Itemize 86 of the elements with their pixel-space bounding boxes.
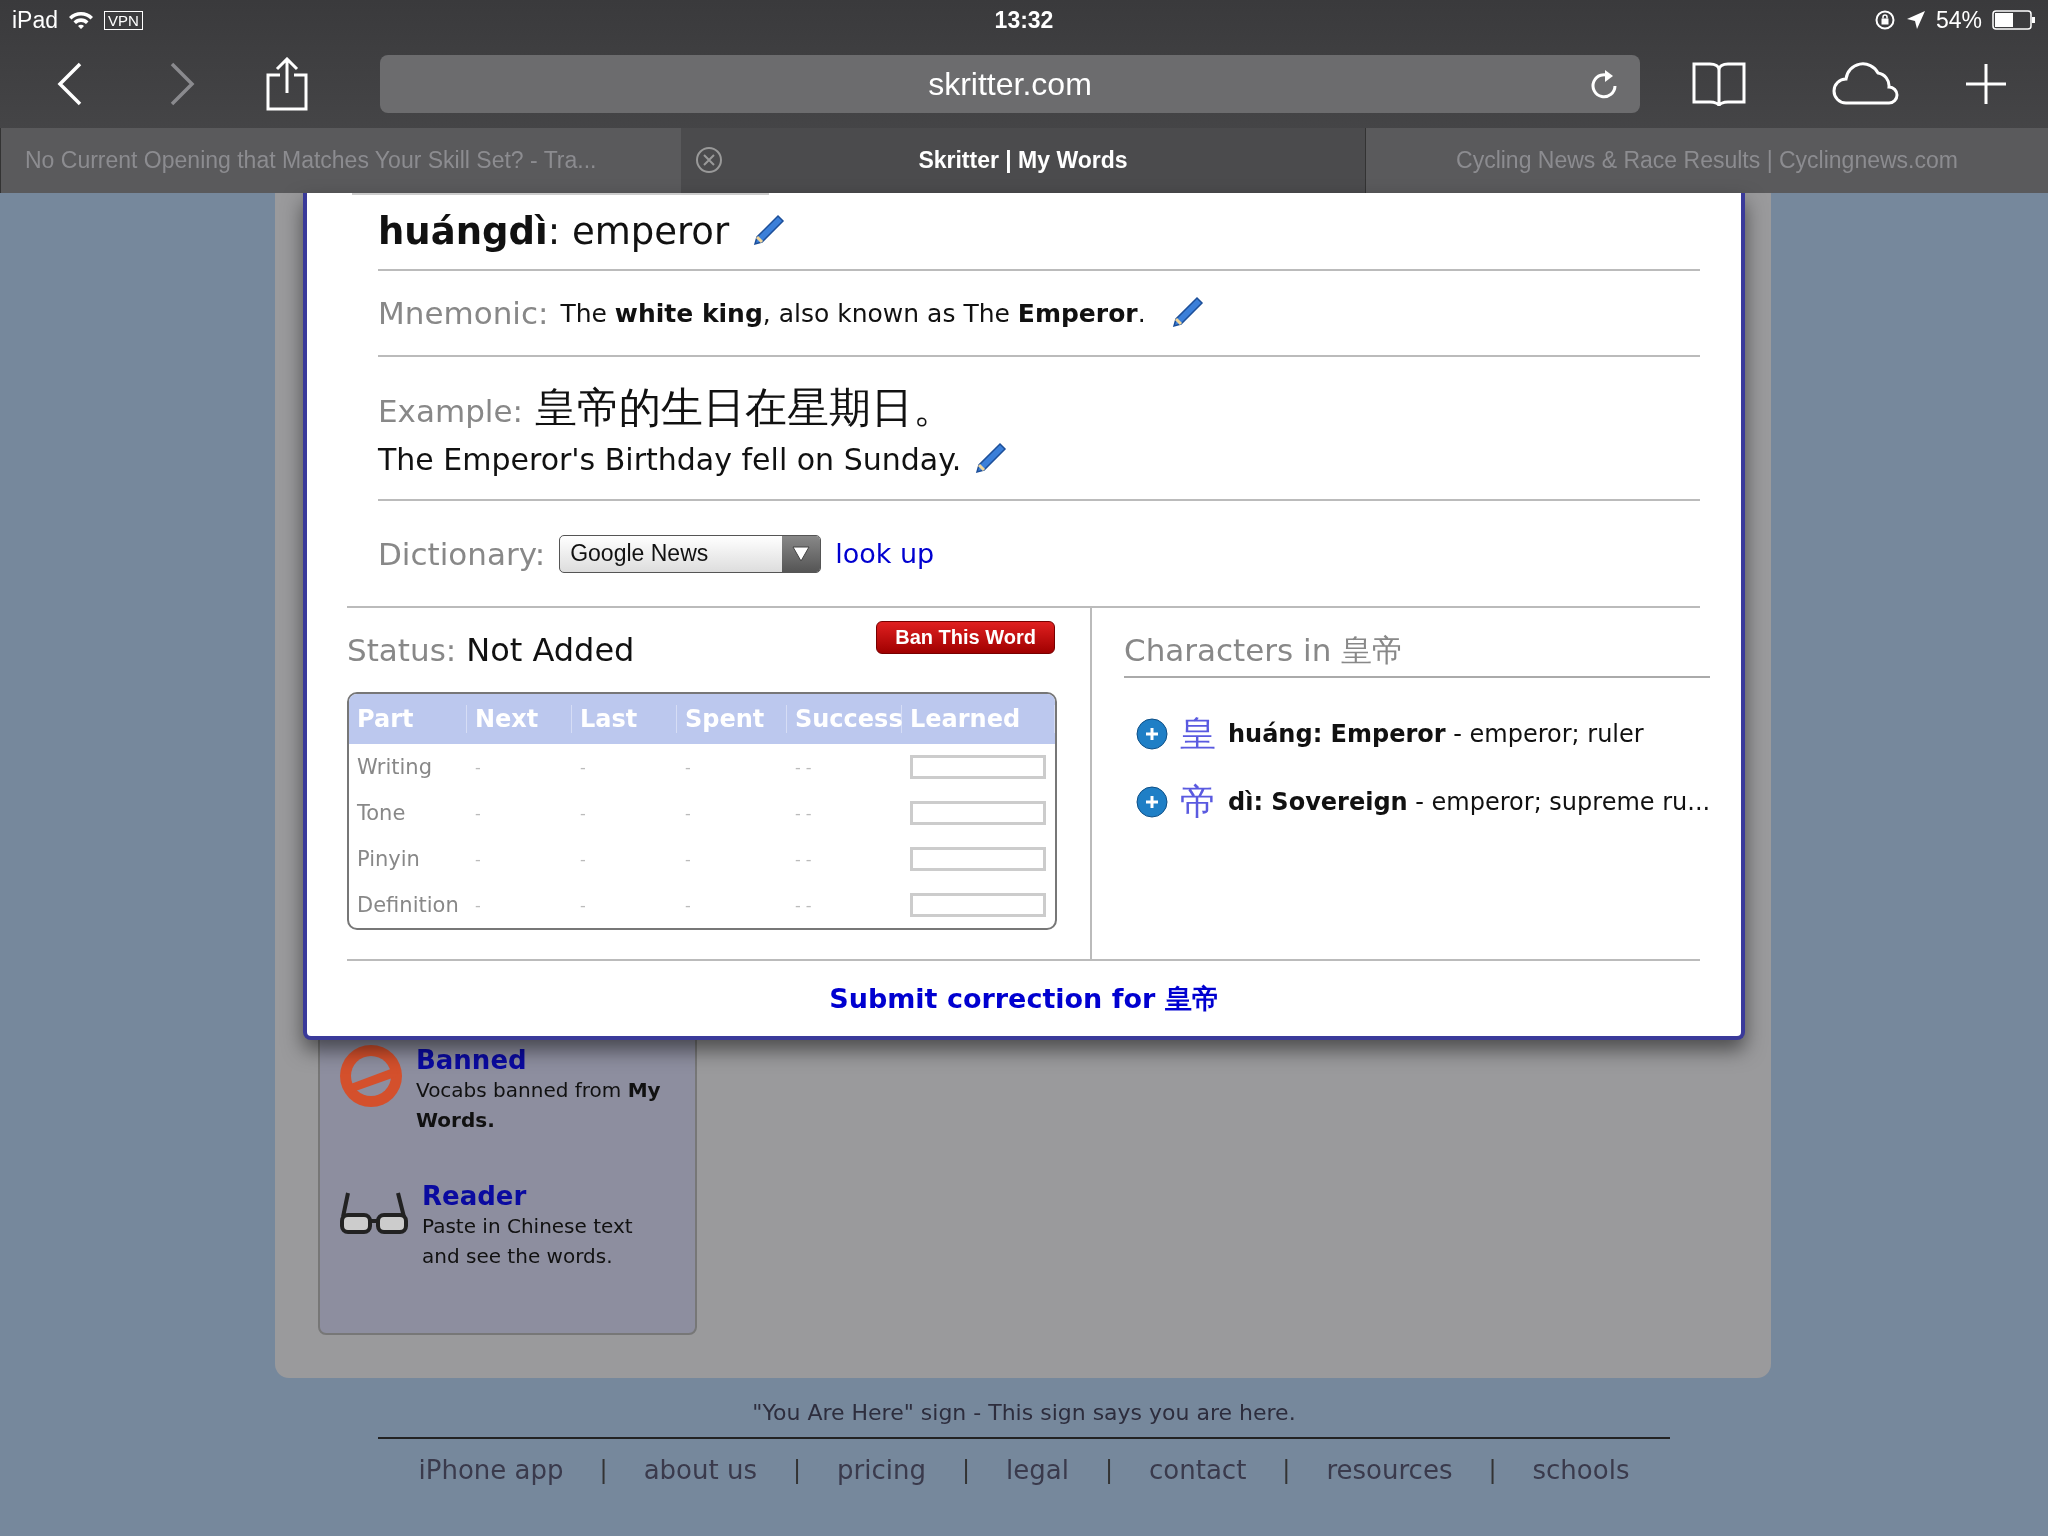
separator-text: | (961, 1456, 971, 1484)
table-cell-text: - (684, 757, 692, 777)
dictionary-dropdown[interactable]: Google News (559, 534, 822, 573)
table-cell-text: - (579, 895, 587, 915)
pencil-icon[interactable] (973, 442, 1008, 476)
separator-text: | (1488, 1456, 1497, 1484)
new-tab-icon[interactable] (1964, 62, 2008, 106)
url-text: skritter.com (928, 65, 1092, 103)
sidebar-description: Vocabs banned from My Words. (416, 1077, 662, 1134)
add-icon[interactable] (1136, 718, 1168, 750)
table-cell-text: - (474, 895, 482, 915)
table-cell-text: Definition (356, 893, 460, 917)
column-header: Success (787, 705, 902, 733)
dropdown-arrow-icon (792, 545, 811, 562)
bookmarks-icon[interactable] (1692, 61, 1746, 107)
footer-link[interactable]: about us (643, 1455, 757, 1485)
column-header: Learned (902, 705, 1055, 733)
character-link[interactable]: 帝 (1180, 777, 1216, 827)
ban-word-button[interactable]: Ban This Word (876, 620, 1055, 654)
battery-icon (1992, 10, 2036, 30)
example-label: Example: (378, 392, 523, 429)
table-cell-text: - (474, 757, 482, 777)
word-heading: huángdì: emperor (378, 209, 730, 253)
character-definition: dì: Sovereign - emperor; supreme ru... (1228, 788, 1711, 816)
character-link[interactable]: 皇 (1180, 709, 1216, 759)
vpn-badge: VPN (104, 10, 143, 30)
mnemonic-label: Mnemonic: (378, 295, 549, 331)
dictionary-label: Dictionary: (378, 535, 546, 572)
table-cell-text: - (579, 849, 587, 869)
sidebar-description: Paste in Chinese text and see the words. (422, 1213, 634, 1270)
footer-link[interactable]: pricing (837, 1455, 926, 1485)
address-bar[interactable]: skritter.com (380, 55, 1640, 113)
separator-text: | (1282, 1456, 1291, 1484)
table-cell-text: - (579, 757, 587, 777)
table-cell-text: Writing (356, 755, 433, 779)
table-cell-text: - (474, 803, 482, 823)
table-cell-text: Pinyin (356, 847, 421, 871)
table-cell-text: - - (794, 895, 813, 915)
table-cell-text: Tone (356, 801, 407, 825)
glasses-icon (340, 1191, 408, 1235)
characters-heading: Characters in 皇帝 (1124, 630, 1711, 678)
look-up-link[interactable]: look up (835, 538, 935, 569)
forward-icon[interactable] (168, 62, 196, 106)
back-icon[interactable] (56, 62, 84, 106)
rotation-lock-icon (1873, 9, 1896, 31)
footer-caption: "You Are Here" sign - This sign says you are here. (752, 1400, 1296, 1425)
table-cell-text: - - (794, 849, 813, 869)
no-entry-icon (340, 1045, 402, 1107)
footer-link[interactable]: resources (1326, 1455, 1453, 1485)
column-header: Spent (677, 705, 787, 733)
footer-link[interactable]: schools (1532, 1455, 1630, 1485)
separator-text: | (1104, 1456, 1114, 1484)
column-header: Last (572, 705, 677, 733)
table-cell-text: - - (794, 803, 813, 823)
footer-link[interactable]: contact (1149, 1455, 1247, 1485)
separator-text: | (792, 1456, 802, 1484)
column-header: Next (467, 705, 572, 733)
wifi-icon (68, 10, 95, 30)
separator-text: | (599, 1456, 608, 1484)
table-cell-text: - - (794, 757, 813, 777)
column-header: Part (349, 705, 467, 733)
sidebar-link[interactable]: Banned (416, 1045, 527, 1075)
add-icon[interactable] (1136, 786, 1168, 818)
footer-link[interactable]: legal (1006, 1455, 1069, 1485)
table-cell-text: - (579, 803, 587, 823)
mnemonic-text: The white king, also known as The Emperor. (560, 298, 1146, 328)
table-cell-text: - (684, 849, 692, 869)
example-translation: The Emperor's Birthday fell on Sunday. (378, 441, 962, 477)
footer-link[interactable]: iPhone app (418, 1455, 564, 1485)
close-icon[interactable] (695, 146, 723, 174)
table-cell-text: - (684, 803, 692, 823)
pencil-icon[interactable] (751, 214, 786, 248)
status-value: Not Added (466, 631, 635, 669)
table-cell-text: - (684, 895, 692, 915)
share-icon[interactable] (266, 57, 308, 111)
character-definition: huáng: Emperor - emperor; ruler (1228, 720, 1644, 748)
battery-percent: 54% (1935, 6, 1982, 34)
submit-correction-link[interactable]: Submit correction for 皇帝 (829, 980, 1219, 1017)
example-sentence: 皇帝的生日在星期日。 (534, 381, 955, 434)
device-name: iPad (12, 6, 59, 34)
status-label: Status: (347, 632, 457, 668)
clock: 13:32 (994, 6, 1054, 34)
location-arrow-icon (1905, 10, 1926, 30)
browser-tab[interactable]: Skritter | My Words (681, 128, 1365, 193)
sidebar-link[interactable]: Reader (422, 1181, 527, 1211)
table-cell-text: - (474, 849, 482, 869)
